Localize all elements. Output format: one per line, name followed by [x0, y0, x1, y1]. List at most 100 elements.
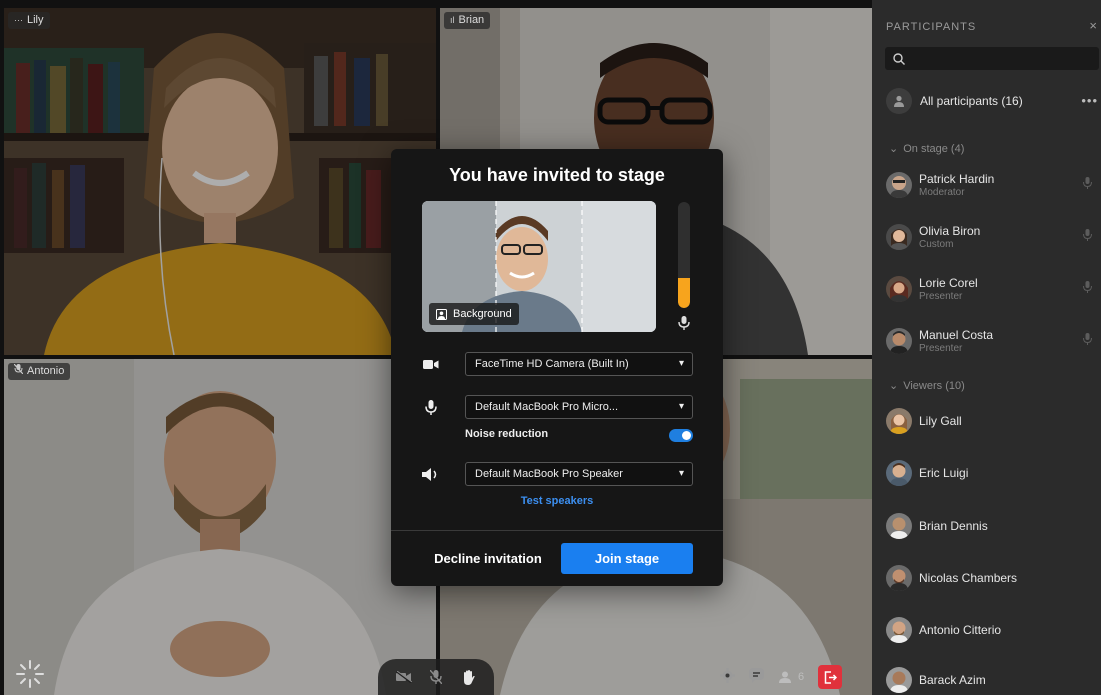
noise-reduction-toggle[interactable] — [669, 429, 693, 442]
raise-hand-icon[interactable] — [457, 666, 479, 688]
participants-count[interactable]: 6 — [778, 671, 804, 683]
participant-info: Olivia Biron Custom — [919, 224, 980, 251]
on-stage-section-header[interactable]: ⌄ On stage (4) — [889, 142, 965, 156]
mic-icon — [678, 316, 690, 330]
participant-row[interactable]: Antonio Citterio — [886, 615, 1098, 645]
participant-row[interactable]: Olivia Biron Custom — [886, 222, 1098, 252]
camera-preview: Background — [422, 201, 656, 332]
video-tile-lily[interactable]: ··· Lily — [4, 8, 436, 355]
media-controls — [378, 659, 494, 695]
mic-muted-icon — [13, 363, 24, 380]
participant-info: Lily Gall — [919, 414, 962, 428]
participant-row[interactable]: Barack Azim — [886, 665, 1098, 695]
microphone-row: Default MacBook Pro Micro... ▾ — [422, 395, 693, 419]
avatar — [886, 565, 912, 591]
participant-row[interactable]: Nicolas Chambers — [886, 563, 1098, 593]
participant-name: Brian Dennis — [919, 519, 988, 533]
decline-invitation-button[interactable]: Decline invitation — [423, 544, 553, 574]
audio-level-icon: ıl — [450, 15, 455, 25]
participant-name: Patrick Hardin — [919, 171, 995, 186]
participants-icon — [779, 671, 791, 683]
speaker-row: Default MacBook Pro Speaker ▾ — [422, 462, 693, 486]
participant-row[interactable]: Brian Dennis — [886, 511, 1098, 541]
chat-icon[interactable] — [749, 667, 764, 687]
all-participants-row[interactable]: All participants (16) ••• — [886, 88, 1098, 114]
tile-dim-overlay — [4, 359, 436, 695]
avatar — [886, 667, 912, 693]
chevron-down-icon: ▾ — [678, 401, 684, 412]
tile-name: Antonio — [27, 365, 65, 377]
microphone-value: Default MacBook Pro Micro... — [475, 401, 619, 413]
camera-off-icon[interactable] — [393, 666, 415, 688]
background-button[interactable]: Background — [429, 303, 519, 325]
participant-info: Brian Dennis — [919, 519, 988, 533]
participant-name: Manuel Costa — [919, 327, 994, 342]
mic-icon[interactable] — [1083, 333, 1092, 345]
close-icon[interactable]: × — [1089, 18, 1097, 33]
participant-role: Custom — [919, 238, 954, 250]
tile-dim-overlay — [4, 8, 436, 355]
background-label: Background — [453, 308, 512, 320]
avatar — [886, 513, 912, 539]
chevron-down-icon: ⌄ — [889, 380, 899, 392]
participant-row[interactable]: Eric Luigi — [886, 458, 1098, 488]
participant-row[interactable]: Manuel Costa Presenter — [886, 326, 1098, 356]
participant-row[interactable]: Lily Gall — [886, 406, 1098, 436]
video-camera-icon — [422, 356, 440, 372]
on-stage-label: On stage (4) — [903, 142, 965, 155]
mic-muted-icon[interactable] — [425, 666, 447, 688]
participant-name: Eric Luigi — [919, 466, 969, 480]
leave-icon — [824, 670, 837, 684]
mic-icon[interactable] — [1083, 229, 1092, 241]
avatar — [886, 408, 912, 434]
mic-icon[interactable] — [1083, 281, 1092, 293]
participant-row[interactable]: Lorie Corel Presenter — [886, 274, 1098, 304]
participant-info: Patrick Hardin Moderator — [919, 172, 994, 199]
microphone-select[interactable]: Default MacBook Pro Micro... ▾ — [465, 395, 693, 419]
participant-search[interactable] — [885, 47, 1099, 70]
participant-name: Antonio Citterio — [919, 623, 1002, 637]
participant-name: Nicolas Chambers — [919, 571, 1018, 585]
name-tag-lily: ··· Lily — [8, 12, 50, 29]
video-tile-antonio[interactable]: Antonio — [4, 359, 436, 695]
mic-icon[interactable] — [1083, 177, 1092, 189]
participant-info: Barack Azim — [919, 673, 986, 687]
viewers-label: Viewers (10) — [903, 379, 965, 392]
camera-select[interactable]: FaceTime HD Camera (Built In) ▾ — [465, 352, 693, 376]
avatar — [886, 224, 912, 250]
avatar — [886, 460, 912, 486]
camera-row: FaceTime HD Camera (Built In) ▾ — [422, 352, 693, 376]
viewers-section-header[interactable]: ⌄ Viewers (10) — [889, 379, 965, 393]
mic-icon — [422, 399, 440, 415]
participants-panel: PARTICIPANTS × All participants (16) •••… — [872, 0, 1101, 695]
speaker-value: Default MacBook Pro Speaker — [475, 468, 623, 480]
participant-name: Olivia Biron — [919, 223, 981, 238]
avatar — [886, 276, 912, 302]
participant-row[interactable]: Patrick Hardin Moderator — [886, 170, 1098, 200]
participant-name: Lily Gall — [919, 414, 962, 428]
participant-info: Eric Luigi — [919, 466, 968, 480]
mic-level-meter — [678, 202, 690, 308]
search-input[interactable] — [911, 51, 1081, 66]
speaker-icon — [422, 466, 440, 482]
noise-reduction-label: Noise reduction — [465, 428, 549, 440]
test-speakers-link[interactable]: Test speakers — [391, 495, 723, 507]
mic-level-fill — [678, 278, 690, 308]
participant-info: Lorie Corel Presenter — [919, 276, 978, 303]
meeting-app: ··· Lily ıl Brian Antonio 6 PARTICIPANTS… — [0, 0, 1101, 695]
speaker-select[interactable]: Default MacBook Pro Speaker ▾ — [465, 462, 693, 486]
participant-info: Antonio Citterio — [919, 623, 1001, 637]
name-tag-antonio: Antonio — [8, 363, 71, 380]
participant-count-value: 6 — [798, 671, 805, 683]
participant-info: Manuel Costa Presenter — [919, 328, 993, 355]
camera-value: FaceTime HD Camera (Built In) — [475, 358, 629, 370]
join-stage-button[interactable]: Join stage — [561, 543, 693, 574]
stage-invitation-dialog: You have invited to stage Background Fac… — [391, 149, 723, 586]
leave-button[interactable] — [818, 665, 843, 689]
loading-spinner-icon — [16, 660, 44, 688]
avatar — [886, 617, 912, 643]
more-options-icon[interactable]: ••• — [1081, 93, 1098, 108]
gear-icon[interactable] — [720, 667, 735, 687]
participant-role: Presenter — [919, 342, 963, 354]
participant-name: Barack Azim — [919, 673, 986, 687]
